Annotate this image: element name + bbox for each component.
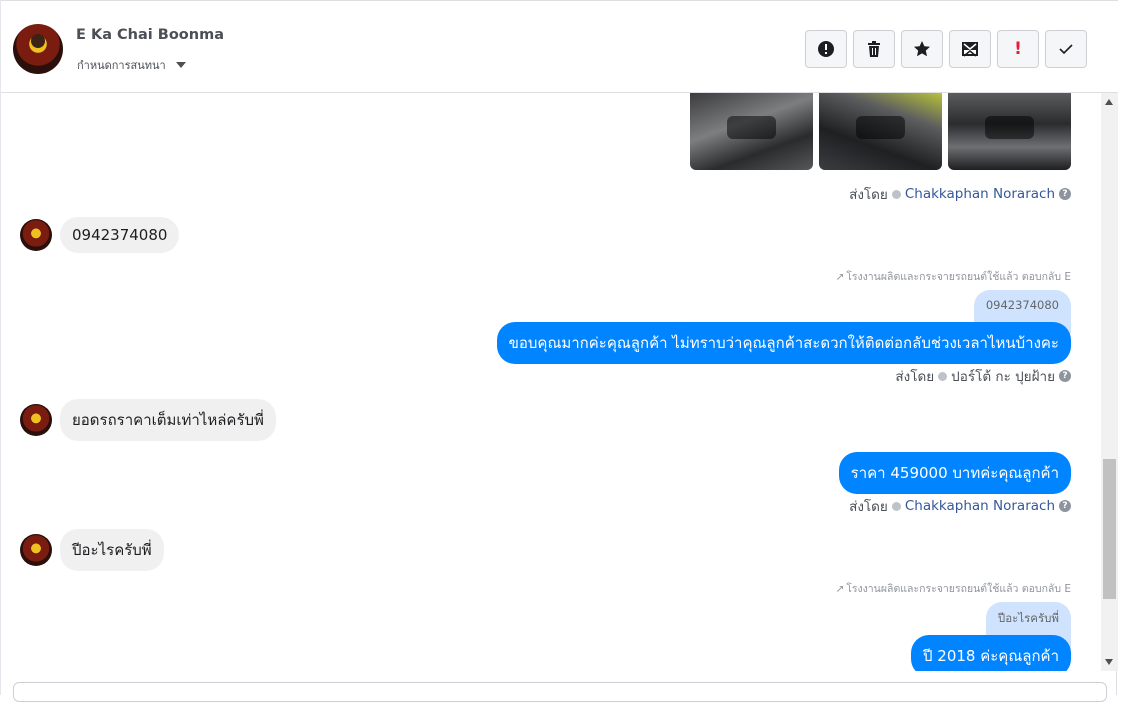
caret-down-icon xyxy=(175,62,186,68)
outgoing-message-bubble[interactable]: ราคา 459000 บาทค่ะคุณลูกค้า xyxy=(838,452,1071,494)
conversation-header: E Ka Chai Boonma กำหนดการสนทนา ! xyxy=(1,0,1118,93)
conversation-toolbar: ! xyxy=(805,30,1087,68)
contact-avatar xyxy=(20,404,52,436)
scroll-up-arrow-icon[interactable] xyxy=(1105,99,1113,105)
scroll-thumb[interactable] xyxy=(1103,459,1116,599)
sent-by-label: ส่งโดย Chakkaphan Norarach ? xyxy=(849,495,1071,517)
inbox-panel: E Ka Chai Boonma กำหนดการสนทนา ! ส่งโดย … xyxy=(0,0,1118,702)
conversation-setting-label: กำหนดการสนทนา xyxy=(77,59,166,72)
photo-detail xyxy=(855,116,906,140)
mark-unread-button[interactable] xyxy=(949,30,991,68)
verified-icon xyxy=(938,371,948,381)
contact-avatar xyxy=(20,534,52,566)
sent-by-prefix: ส่งโดย xyxy=(849,187,888,203)
incoming-message: 0942374080 xyxy=(20,217,180,253)
message-thread[interactable]: ส่งโดย Chakkaphan Norarach ? 0942374080 … xyxy=(1,93,1101,671)
car-interior-photo[interactable] xyxy=(948,93,1071,170)
contact-name[interactable]: E Ka Chai Boonma xyxy=(76,27,224,43)
incoming-message: ปีอะไรครับพี่ xyxy=(20,529,164,571)
check-icon xyxy=(1059,44,1073,55)
message-bubble[interactable]: ยอดรถราคาเต็มเท่าไหล่ครับพี่ xyxy=(60,399,276,441)
reply-arrow-icon: ↗ xyxy=(835,582,845,595)
outgoing-message-bubble[interactable]: ขอบคุณมากค่ะคุณลูกค้า ไม่ทราบว่าคุณลูกค้… xyxy=(496,322,1071,364)
incoming-message: ยอดรถราคาเต็มเท่าไหล่ครับพี่ xyxy=(20,399,276,441)
car-interior-photo[interactable] xyxy=(690,93,813,170)
message-bubble[interactable]: 0942374080 xyxy=(60,217,180,253)
reply-note-text: โรงงานผลิตและกระจายรถยนต์ใช้แล้ว ตอบกลับ… xyxy=(846,271,1071,283)
contact-avatar xyxy=(20,219,52,251)
mark-done-button[interactable] xyxy=(1045,30,1087,68)
photo-attachments xyxy=(690,93,1071,170)
sent-by-prefix: ส่งโดย xyxy=(895,369,935,385)
help-icon[interactable]: ? xyxy=(1059,370,1071,382)
agent-name[interactable]: ปอร์โต้ กะ ปุยฝ้าย xyxy=(951,365,1055,387)
trash-icon xyxy=(868,41,880,57)
spam-button[interactable] xyxy=(805,30,847,68)
agent-name[interactable]: Chakkaphan Norarach xyxy=(905,498,1055,514)
conversation-setting-dropdown[interactable]: กำหนดการสนทนา xyxy=(77,56,186,74)
sent-by-label: ส่งโดย ปอร์โต้ กะ ปุยฝ้าย ? xyxy=(895,365,1071,387)
car-interior-photo[interactable] xyxy=(819,93,942,170)
verified-icon xyxy=(891,189,901,199)
star-button[interactable] xyxy=(901,30,943,68)
mark-unread-icon xyxy=(962,42,978,57)
message-composer[interactable] xyxy=(13,682,1107,702)
contact-avatar[interactable] xyxy=(13,24,63,74)
follow-up-button[interactable]: ! xyxy=(997,30,1039,68)
help-icon[interactable]: ? xyxy=(1059,188,1071,200)
outgoing-message-bubble[interactable]: ปี 2018 ค่ะคุณลูกค้า xyxy=(910,635,1071,671)
reply-note: ↗ โรงงานผลิตและกระจายรถยนต์ใช้แล้ว ตอบกล… xyxy=(835,268,1071,285)
scroll-down-arrow-icon[interactable] xyxy=(1105,659,1113,665)
sent-by-prefix: ส่งโดย xyxy=(849,499,888,515)
help-icon[interactable]: ? xyxy=(1059,500,1071,512)
sent-by-label: ส่งโดย Chakkaphan Norarach ? xyxy=(849,183,1071,205)
agent-name[interactable]: Chakkaphan Norarach xyxy=(905,186,1055,202)
verified-icon xyxy=(891,501,901,511)
delete-button[interactable] xyxy=(853,30,895,68)
star-icon xyxy=(914,41,930,57)
message-bubble[interactable]: ปีอะไรครับพี่ xyxy=(60,529,164,571)
reply-arrow-icon: ↗ xyxy=(835,270,845,283)
follow-up-icon: ! xyxy=(1014,39,1022,59)
photo-detail xyxy=(726,116,777,140)
reply-note-text: โรงงานผลิตและกระจายรถยนต์ใช้แล้ว ตอบกลับ… xyxy=(846,583,1071,595)
alert-circle-icon xyxy=(818,41,834,57)
reply-note: ↗ โรงงานผลิตและกระจายรถยนต์ใช้แล้ว ตอบกล… xyxy=(835,580,1071,597)
photo-detail xyxy=(984,116,1035,140)
thread-scrollbar[interactable] xyxy=(1101,93,1118,671)
